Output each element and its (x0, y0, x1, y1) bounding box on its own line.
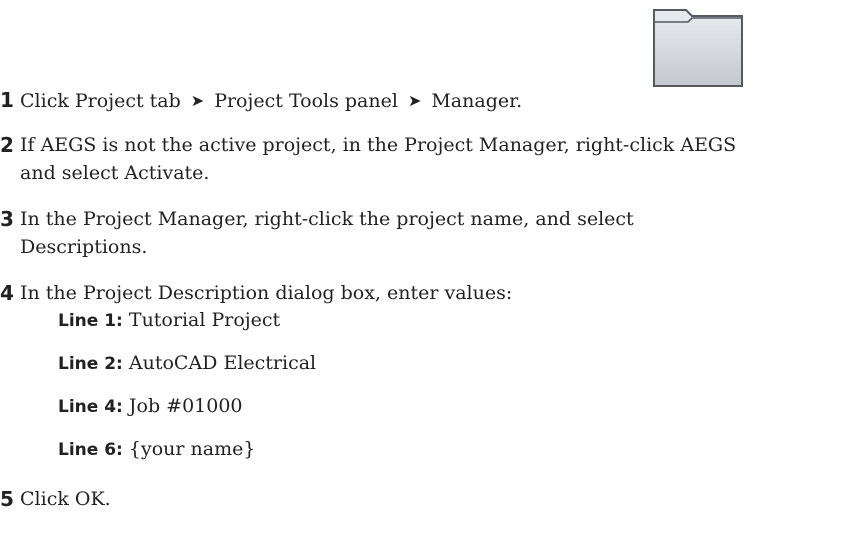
arrow-right-icon: ➤ (407, 91, 422, 110)
step-1-text: Click Project tab ➤ Project Tools panel ➤ Ma… (20, 85, 522, 117)
step-5-line-1: Click OK. (20, 488, 111, 510)
value-line-1: Line 1: Tutorial Project (58, 305, 280, 337)
value-text: {your name} (128, 438, 256, 460)
folder-icon (653, 9, 743, 87)
step-2-line-2: and select Activate. (20, 162, 210, 184)
value-label: Line 4: (58, 397, 123, 417)
step-1-part-b: Project Tools panel (214, 90, 398, 112)
step-1-part-a: Click Project tab (20, 90, 181, 112)
step-3-line-1: In the Project Manager, right-click the … (20, 208, 634, 230)
value-label: Line 6: (58, 440, 123, 460)
value-line-6: Line 6: {your name} (58, 434, 255, 466)
arrow-right-icon: ➤ (190, 91, 205, 110)
step-number: 2 (0, 133, 14, 157)
value-line-4: Line 4: Job #01000 (58, 391, 243, 423)
step-number: 5 (0, 487, 14, 511)
value-text: AutoCAD Electrical (128, 352, 317, 374)
step-1-part-c: Manager. (431, 90, 523, 112)
value-line-2: Line 2: AutoCAD Electrical (58, 348, 316, 380)
instruction-document: 1 Click Project tab ➤ Project Tools panel ➤… (0, 0, 855, 548)
value-text: Job #01000 (128, 395, 243, 417)
step-number: 1 (0, 88, 14, 112)
value-label: Line 1: (58, 311, 123, 331)
step-3-line-2: Descriptions. (20, 236, 148, 258)
value-text: Tutorial Project (128, 309, 281, 331)
step-number: 4 (0, 281, 14, 305)
value-label: Line 2: (58, 354, 123, 374)
step-2-line-1: If AEGS is not the active project, in th… (20, 134, 737, 156)
step-number: 3 (0, 207, 14, 231)
